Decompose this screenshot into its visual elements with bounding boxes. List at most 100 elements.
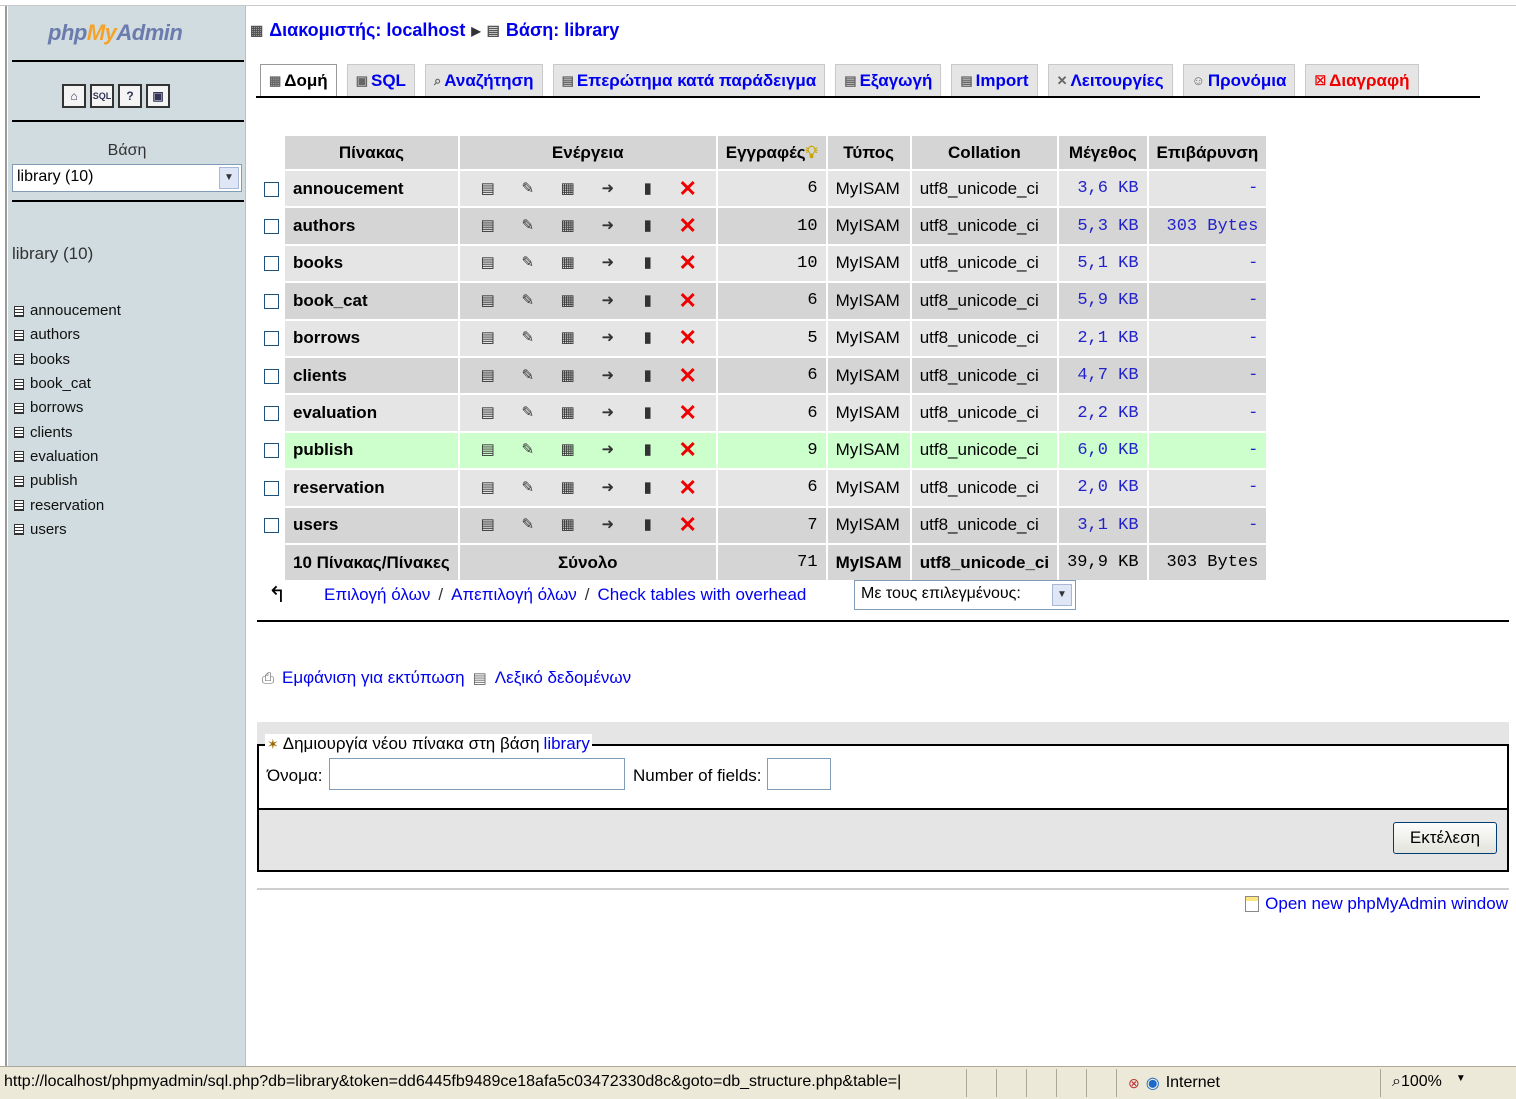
- sidebar-table-label[interactable]: clients: [30, 421, 73, 445]
- table-icon[interactable]: [14, 427, 24, 439]
- sidebar-table-label[interactable]: publish: [30, 469, 78, 493]
- sidebar-table-item[interactable]: clients: [14, 420, 121, 444]
- structure-icon[interactable]: ✎: [508, 478, 548, 498]
- browse-icon[interactable]: ▤: [468, 440, 508, 460]
- drop-icon[interactable]: ✕: [668, 364, 708, 386]
- sidebar-table-item[interactable]: reservation: [14, 493, 121, 517]
- security-zone[interactable]: ⊗ ◉ Internet: [1128, 1073, 1220, 1093]
- chevron-down-icon[interactable]: ▼: [219, 167, 239, 189]
- structure-icon[interactable]: ✎: [508, 179, 548, 199]
- structure-icon[interactable]: ✎: [508, 216, 548, 236]
- table-icon[interactable]: [14, 524, 24, 536]
- sidebar-table-item[interactable]: books: [14, 348, 121, 372]
- table-icon[interactable]: [14, 305, 24, 317]
- database-select[interactable]: library (10) ▼: [12, 164, 242, 192]
- empty-icon[interactable]: ▮: [628, 515, 668, 535]
- sidebar-table-label[interactable]: reservation: [30, 494, 104, 518]
- tab-export[interactable]: ▤ Εξαγωγή: [835, 64, 942, 96]
- empty-icon[interactable]: ▮: [628, 478, 668, 498]
- table-name[interactable]: publish: [285, 432, 458, 469]
- insert-icon[interactable]: ➜: [588, 253, 628, 273]
- create-legend-db-link[interactable]: library: [544, 734, 590, 754]
- empty-icon[interactable]: ▮: [628, 328, 668, 348]
- insert-icon[interactable]: ➜: [588, 478, 628, 498]
- open-new-window-link[interactable]: Open new phpMyAdmin window: [1265, 894, 1508, 914]
- print-view-link[interactable]: Εμφάνιση για εκτύπωση: [282, 668, 465, 688]
- sidebar-table-item[interactable]: users: [14, 518, 121, 542]
- size-cell[interactable]: 6,0 KB: [1059, 432, 1147, 469]
- structure-icon[interactable]: ✎: [508, 440, 548, 460]
- empty-icon[interactable]: ▮: [628, 253, 668, 273]
- home-icon[interactable]: ⌂: [62, 84, 86, 108]
- drop-icon[interactable]: ✕: [668, 402, 708, 424]
- header-records[interactable]: Εγγραφές💡︎: [717, 136, 826, 169]
- tab-sql[interactable]: ▣ SQL: [346, 64, 415, 96]
- execute-button[interactable]: Εκτέλεση: [1393, 822, 1497, 854]
- table-name[interactable]: evaluation: [285, 395, 458, 431]
- table-name-input[interactable]: [329, 758, 625, 790]
- browse-icon[interactable]: ▤: [468, 515, 508, 535]
- size-cell[interactable]: 2,2 KB: [1059, 395, 1147, 431]
- drop-icon[interactable]: ✕: [668, 252, 708, 274]
- table-name[interactable]: authors: [285, 208, 458, 244]
- search-icon[interactable]: ▦: [548, 216, 588, 236]
- structure-icon[interactable]: ✎: [508, 515, 548, 535]
- table-name[interactable]: borrows: [285, 320, 458, 356]
- size-cell[interactable]: 3,6 KB: [1059, 171, 1147, 207]
- row-checkbox[interactable]: [264, 293, 279, 309]
- phpmyadmin-logo[interactable]: phpMyAdmin: [48, 20, 183, 46]
- sidebar-table-label[interactable]: book_cat: [30, 372, 91, 396]
- breadcrumb-db[interactable]: Βάση: library: [506, 20, 619, 41]
- table-name[interactable]: users: [285, 507, 458, 543]
- browse-icon[interactable]: ▤: [468, 403, 508, 423]
- empty-icon[interactable]: ▮: [628, 440, 668, 460]
- sidebar-table-item[interactable]: evaluation: [14, 445, 121, 469]
- help-icon[interactable]: ▣: [146, 84, 170, 108]
- sidebar-db-heading[interactable]: library (10): [12, 244, 93, 264]
- table-name[interactable]: book_cat: [285, 283, 458, 319]
- sidebar-table-label[interactable]: borrows: [30, 396, 83, 420]
- sidebar-table-item[interactable]: authors: [14, 323, 121, 347]
- browse-icon[interactable]: ▤: [468, 179, 508, 199]
- drop-icon[interactable]: ✕: [668, 289, 708, 311]
- row-checkbox[interactable]: [264, 181, 279, 197]
- data-dictionary-link[interactable]: Λεξικό δεδομένων: [495, 668, 631, 688]
- empty-icon[interactable]: ▮: [628, 366, 668, 386]
- tab-import[interactable]: ▤ Import: [951, 64, 1038, 96]
- insert-icon[interactable]: ➜: [588, 366, 628, 386]
- sidebar-table-item[interactable]: publish: [14, 469, 121, 493]
- sidebar-table-label[interactable]: evaluation: [30, 445, 98, 469]
- sidebar-table-item[interactable]: annoucement: [14, 299, 121, 323]
- search-icon[interactable]: ▦: [548, 328, 588, 348]
- drop-icon[interactable]: ✕: [668, 514, 708, 536]
- size-cell[interactable]: 4,7 KB: [1059, 357, 1147, 394]
- table-name[interactable]: books: [285, 245, 458, 282]
- search-icon[interactable]: ▦: [548, 403, 588, 423]
- row-checkbox[interactable]: [264, 219, 279, 235]
- empty-icon[interactable]: ▮: [628, 216, 668, 236]
- row-checkbox[interactable]: [264, 368, 279, 384]
- structure-icon[interactable]: ✎: [508, 291, 548, 311]
- sidebar-table-label[interactable]: books: [30, 348, 70, 372]
- drop-icon[interactable]: ✕: [668, 439, 708, 461]
- check-overhead-link[interactable]: Check tables with overhead: [598, 585, 807, 605]
- search-icon[interactable]: ▦: [548, 253, 588, 273]
- search-icon[interactable]: ▦: [548, 515, 588, 535]
- overhead-cell[interactable]: 303 Bytes: [1148, 208, 1267, 244]
- empty-icon[interactable]: ▮: [628, 179, 668, 199]
- tab-search[interactable]: ⌕ Αναζήτηση: [424, 64, 543, 96]
- table-icon[interactable]: [14, 500, 24, 512]
- search-icon[interactable]: ▦: [548, 366, 588, 386]
- search-icon[interactable]: ▦: [548, 291, 588, 311]
- drop-icon[interactable]: ✕: [668, 215, 708, 237]
- row-checkbox[interactable]: [264, 443, 279, 459]
- sql-query-icon[interactable]: SQL: [90, 84, 114, 108]
- size-cell[interactable]: 2,0 KB: [1059, 470, 1147, 506]
- size-cell[interactable]: 5,1 KB: [1059, 245, 1147, 282]
- structure-icon[interactable]: ✎: [508, 366, 548, 386]
- row-checkbox[interactable]: [264, 256, 279, 272]
- insert-icon[interactable]: ➜: [588, 216, 628, 236]
- search-icon[interactable]: ▦: [548, 440, 588, 460]
- structure-icon[interactable]: ✎: [508, 403, 548, 423]
- sidebar-table-label[interactable]: authors: [30, 323, 80, 347]
